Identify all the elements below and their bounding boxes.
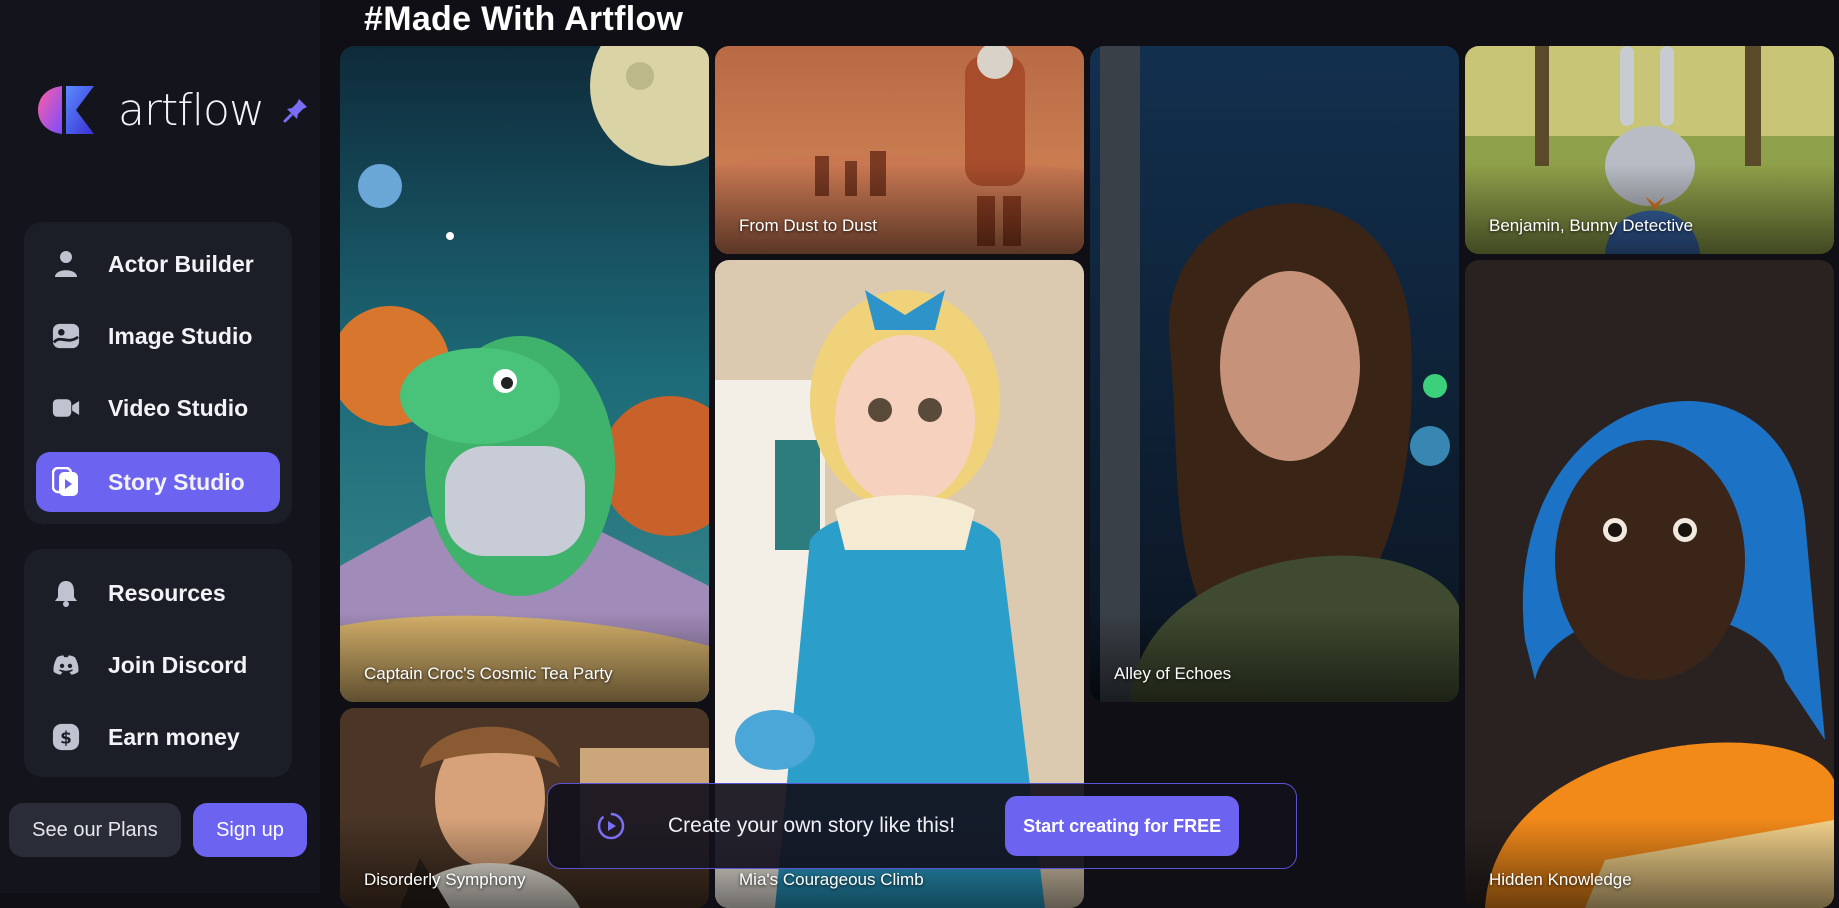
story-card[interactable]: Captain Croc's Cosmic Tea Party <box>340 46 709 702</box>
nav-story-studio[interactable]: Story Studio <box>36 452 280 512</box>
cta-text: Create your own story like this! <box>668 814 956 837</box>
pin-icon[interactable] <box>282 96 310 124</box>
story-icon <box>52 467 80 496</box>
nav-resources[interactable]: Resources <box>36 563 280 623</box>
story-card[interactable]: Hidden Knowledge <box>1465 260 1834 908</box>
story-card-title: Mia's Courageous Climb <box>739 870 924 889</box>
nav-label: Image Studio <box>108 322 253 349</box>
sign-up-button[interactable]: Sign up <box>193 803 307 857</box>
image-icon <box>52 322 80 350</box>
start-creating-button[interactable]: Start creating for FREE <box>1005 796 1240 856</box>
story-card[interactable]: From Dust to Dust <box>715 46 1084 254</box>
bell-icon <box>52 579 80 607</box>
story-card-image <box>1090 46 1459 702</box>
video-camera-icon <box>52 394 80 422</box>
story-card-title: Alley of Echoes <box>1114 664 1232 683</box>
nav-label: Resources <box>108 579 226 606</box>
dollar-icon: $ <box>52 723 80 751</box>
story-card-title: Captain Croc's Cosmic Tea Party <box>364 664 613 683</box>
card-shade <box>1090 612 1459 702</box>
story-card-title: Hidden Knowledge <box>1489 870 1632 889</box>
artflow-logo-icon <box>38 86 94 134</box>
svg-text:$: $ <box>60 728 72 748</box>
sidebar: artflow Actor Builder Image Studio Video… <box>0 0 320 893</box>
nav-label: Join Discord <box>108 651 248 678</box>
nav-label: Video Studio <box>108 394 249 421</box>
card-shade <box>340 612 709 702</box>
nav-actor-builder[interactable]: Actor Builder <box>36 234 280 294</box>
see-plans-button[interactable]: See our Plans <box>9 803 181 857</box>
story-card[interactable]: Alley of Echoes <box>1090 46 1459 702</box>
nav-earn-money[interactable]: $ Earn money <box>36 707 280 767</box>
play-story-icon <box>597 812 625 840</box>
card-shade <box>715 164 1084 254</box>
page-title: #Made With Artflow <box>364 0 684 38</box>
story-card-image <box>1465 260 1834 908</box>
nav-join-discord[interactable]: Join Discord <box>36 635 280 695</box>
person-icon <box>52 250 80 278</box>
nav-video-studio[interactable]: Video Studio <box>36 378 280 438</box>
story-card-title: Benjamin, Bunny Detective <box>1489 216 1694 235</box>
brand-name: artflow <box>118 84 265 136</box>
card-shade <box>1465 164 1834 254</box>
nav-label: Actor Builder <box>108 250 254 277</box>
story-card-title: Disorderly Symphony <box>364 870 526 889</box>
secondary-nav-panel: Resources Join Discord $ Earn money <box>24 549 292 777</box>
nav-image-studio[interactable]: Image Studio <box>36 306 280 366</box>
brand-logo[interactable]: artflow <box>36 84 310 136</box>
card-shade <box>1465 818 1834 908</box>
create-story-cta: Create your own story like this! Start c… <box>547 783 1297 869</box>
discord-icon <box>52 651 80 679</box>
story-card-image <box>340 46 709 702</box>
story-card[interactable]: Benjamin, Bunny Detective <box>1465 46 1834 254</box>
story-card-title: From Dust to Dust <box>739 216 877 235</box>
main-nav-panel: Actor Builder Image Studio Video Studio … <box>24 222 292 524</box>
nav-label: Earn money <box>108 723 240 750</box>
nav-label: Story Studio <box>108 468 245 495</box>
